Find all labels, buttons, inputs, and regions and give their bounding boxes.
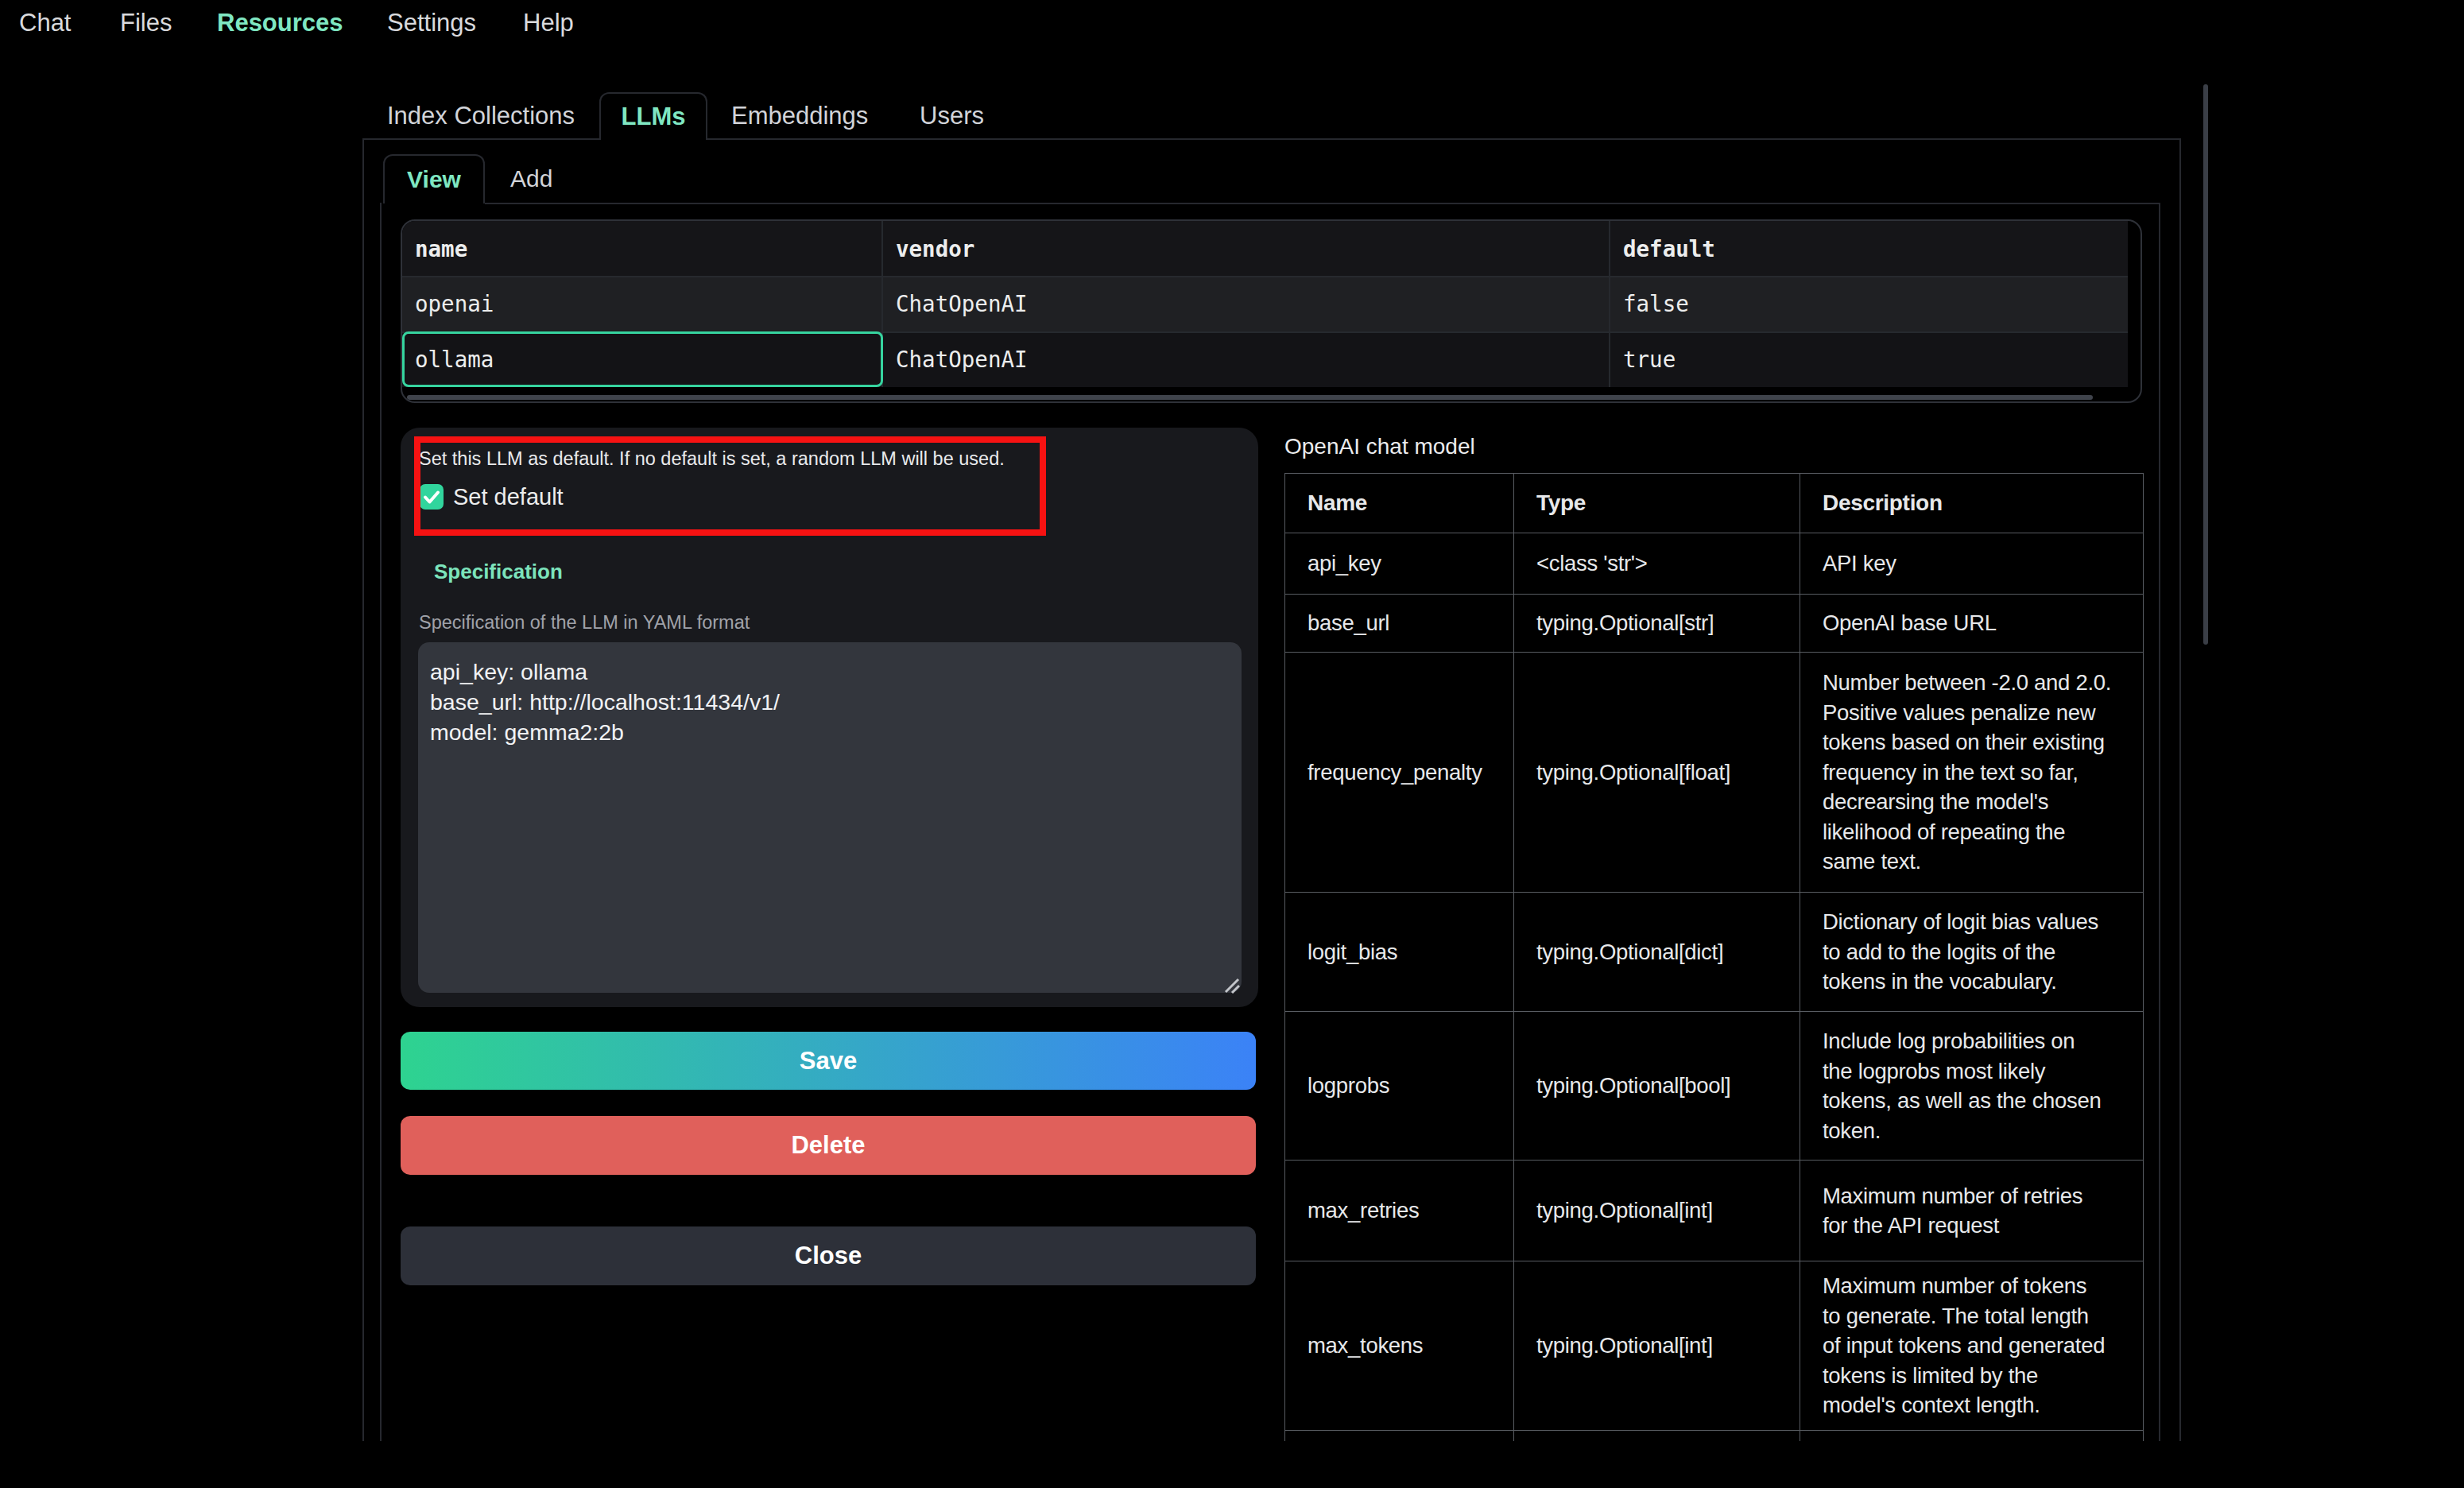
docs-cell-empty <box>1514 1431 1800 1442</box>
docs-cell-type: typing.Optional[float] <box>1514 653 1800 893</box>
grid-h-scrollbar[interactable] <box>407 395 2093 400</box>
docs-cell-type: typing.Optional[str] <box>1514 595 1800 653</box>
nav-item-chat[interactable]: Chat <box>19 9 71 37</box>
docs-cell-empty <box>1285 1431 1514 1442</box>
grid-col-divider-2 <box>1609 221 1610 387</box>
llm-table-header-default[interactable]: default <box>1623 236 1715 262</box>
docs-row-base-url: base_urltyping.Optional[str]OpenAI base … <box>1285 595 2144 653</box>
nav-item-resources[interactable]: Resources <box>217 9 343 37</box>
docs-row-partial <box>1285 1431 2144 1442</box>
docs-cell-description: Number between -2.0 and 2.0. Positive va… <box>1800 653 2144 893</box>
llms-panel-top-border-right <box>707 138 2181 140</box>
subtab-view-label: View <box>407 166 461 193</box>
llm-table: name vendor default openai ChatOpenAI fa… <box>401 219 2142 403</box>
docs-cell-type: typing.Optional[int] <box>1514 1261 1800 1431</box>
selected-cell-outline <box>402 331 883 387</box>
docs-cell-name: frequency_penalty <box>1285 653 1514 893</box>
nav-item-settings[interactable]: Settings <box>387 9 476 37</box>
docs-row-max-retries: max_retriestyping.Optional[int]Maximum n… <box>1285 1161 2144 1261</box>
docs-cell-type: typing.Optional[bool] <box>1514 1012 1800 1161</box>
yaml-hint-text: Specification of the LLM in YAML format <box>419 612 750 634</box>
docs-cell-empty <box>1800 1431 2144 1442</box>
tab-index-collections[interactable]: Index Collections <box>387 102 575 130</box>
docs-cell-name: logit_bias <box>1285 893 1514 1012</box>
llms-panel-top-border-left <box>362 138 599 140</box>
docs-cell-description: Maximum number of tokens to generate. Th… <box>1800 1261 2144 1431</box>
docs-cell-description: Include log probabilities on the logprob… <box>1800 1012 2144 1161</box>
docs-cell-type: typing.Optional[dict] <box>1514 893 1800 1012</box>
docs-cell-name: logprobs <box>1285 1012 1514 1161</box>
close-button-label: Close <box>795 1242 862 1270</box>
docs-row-frequency-penalty: frequency_penaltytyping.Optional[float]N… <box>1285 653 2144 893</box>
docs-table: Name Type Description api_key<class 'str… <box>1284 473 2144 1441</box>
tab-embeddings[interactable]: Embeddings <box>731 102 868 130</box>
delete-button[interactable]: Delete <box>401 1116 1256 1175</box>
docs-cell-description: OpenAI base URL <box>1800 595 2144 653</box>
docs-row-max-tokens: max_tokenstyping.Optional[int]Maximum nu… <box>1285 1261 2144 1431</box>
view-panel-top-border <box>485 203 2160 204</box>
grid-row-divider-1 <box>402 276 2128 277</box>
docs-cell-description: API key <box>1800 533 2144 595</box>
yaml-textarea[interactable]: api_key: ollama base_url: http://localho… <box>418 642 1242 993</box>
docs-row-api-key: api_key<class 'str'>API key <box>1285 533 2144 595</box>
docs-header-description: Description <box>1800 474 2144 533</box>
specification-label: Specification <box>434 560 563 584</box>
close-button[interactable]: Close <box>401 1226 1256 1285</box>
llm-cell-vendor[interactable]: ChatOpenAI <box>896 291 1028 316</box>
docs-title: OpenAI chat model <box>1284 434 1475 459</box>
docs-header-type: Type <box>1514 474 1800 533</box>
docs-cell-description: Maximum number of retries for the API re… <box>1800 1161 2144 1261</box>
docs-table-wrap: Name Type Description api_key<class 'str… <box>1284 473 2151 1441</box>
docs-cell-name: base_url <box>1285 595 1514 653</box>
llm-table-row-openai[interactable]: openai ChatOpenAI false <box>402 276 2128 331</box>
docs-header-name: Name <box>1285 474 1514 533</box>
llm-table-header-row: name vendor default <box>402 221 2128 276</box>
docs-cell-name: max_retries <box>1285 1161 1514 1261</box>
nav-item-files[interactable]: Files <box>120 9 172 37</box>
tab-llms-label: LLMs <box>622 103 686 131</box>
save-button-label: Save <box>800 1047 857 1075</box>
llm-table-header-name[interactable]: name <box>415 236 467 262</box>
docs-header-row: Name Type Description <box>1285 474 2144 533</box>
docs-row-logit-bias: logit_biastyping.Optional[dict]Dictionar… <box>1285 893 2144 1012</box>
nav-item-help[interactable]: Help <box>523 9 574 37</box>
subtab-view[interactable]: View <box>383 154 485 203</box>
llm-cell-default[interactable]: false <box>1623 291 1689 316</box>
docs-cell-type: typing.Optional[int] <box>1514 1161 1800 1261</box>
subtab-add[interactable]: Add <box>510 165 552 192</box>
annotation-rectangle <box>414 436 1046 536</box>
tab-users[interactable]: Users <box>920 102 984 130</box>
page-scrollbar[interactable] <box>2203 84 2208 645</box>
docs-cell-name: max_tokens <box>1285 1261 1514 1431</box>
llm-cell-name[interactable]: openai <box>415 291 494 316</box>
docs-cell-type: <class 'str'> <box>1514 533 1800 595</box>
docs-cell-name: api_key <box>1285 533 1514 595</box>
docs-cell-description: Dictionary of logit bias values to add t… <box>1800 893 2144 1012</box>
tab-llms[interactable]: LLMs <box>599 92 707 140</box>
llm-cell-vendor[interactable]: ChatOpenAI <box>896 347 1028 372</box>
llm-table-header-vendor[interactable]: vendor <box>896 236 974 262</box>
llm-cell-default[interactable]: true <box>1623 347 1676 372</box>
docs-row-logprobs: logprobstyping.Optional[bool]Include log… <box>1285 1012 2144 1161</box>
resize-handle-icon[interactable] <box>1224 978 1240 994</box>
delete-button-label: Delete <box>791 1131 865 1160</box>
save-button[interactable]: Save <box>401 1032 1256 1090</box>
